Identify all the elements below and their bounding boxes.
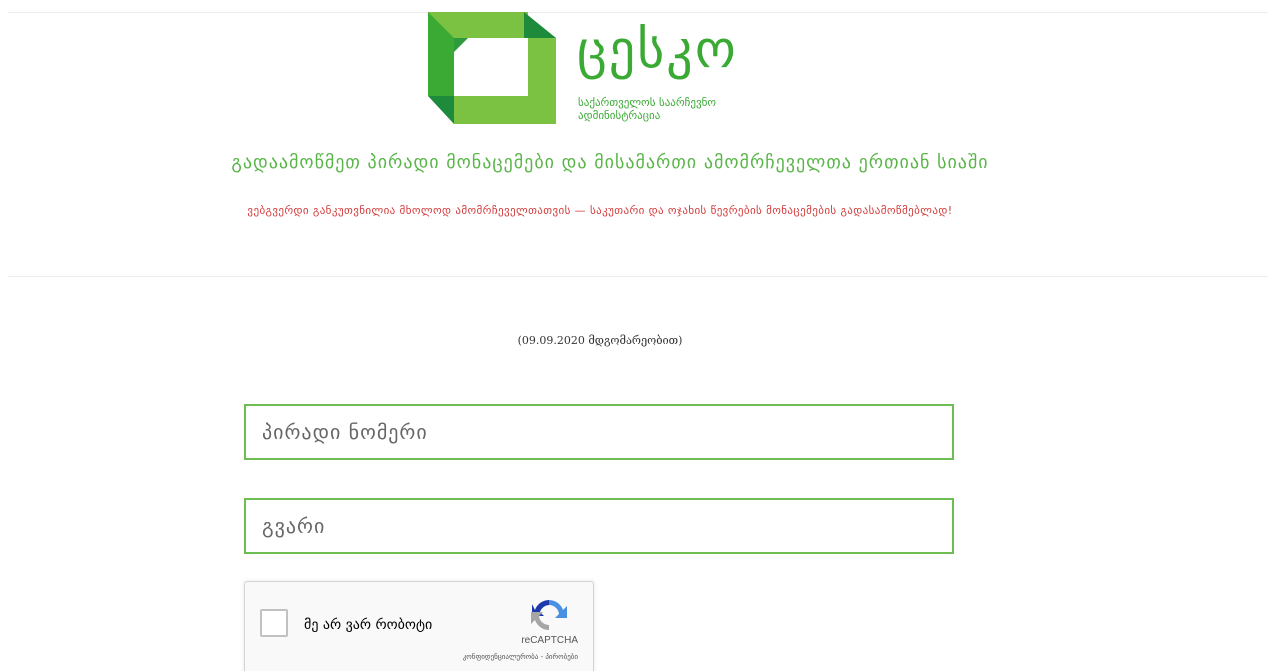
recaptcha-brand: reCAPTCHA: [521, 635, 578, 646]
section-divider: [8, 276, 1268, 277]
logo-subtitle: საქართველოს საარჩევნო ადმინისტრაცია: [578, 96, 716, 122]
cesko-logo[interactable]: ცესკო საქართველოს საარჩევნო ადმინისტრაცი…: [424, 12, 804, 124]
page-headline: გადაამოწმეთ პირადი მონაცემები და მისამარ…: [231, 152, 989, 173]
page: ცესკო საქართველოს საარჩევნო ადმინისტრაცი…: [0, 0, 1269, 671]
logo-subtitle-line-1: საქართველოს საარჩევნო: [578, 96, 716, 109]
logo-subtitle-line-2: ადმინისტრაცია: [578, 109, 661, 122]
data-as-of-date: (09.09.2020 მდგომარეობით): [517, 334, 683, 347]
recaptcha-widget: მე არ ვარ რობოტი reCAPTCHA კონფიდენციალუ…: [244, 581, 594, 671]
personal-id-field: [244, 404, 954, 460]
recaptcha-label: მე არ ვარ რობოტი: [304, 617, 433, 633]
cesko-logo-mark-icon: [428, 12, 556, 124]
personal-id-input[interactable]: [246, 406, 952, 458]
recaptcha-privacy-terms-links[interactable]: კონფიდენციალურობა - პირობები: [463, 653, 578, 661]
surname-input[interactable]: [246, 500, 952, 552]
recaptcha-logo-icon: [531, 600, 567, 630]
usage-warning: ვებგვერდი განკუთვნილია მხოლოდ ამომრჩეველ…: [247, 204, 953, 217]
surname-field: [244, 498, 954, 554]
logo-wordmark: ცესკო: [577, 20, 738, 80]
recaptcha-checkbox[interactable]: [260, 609, 288, 637]
